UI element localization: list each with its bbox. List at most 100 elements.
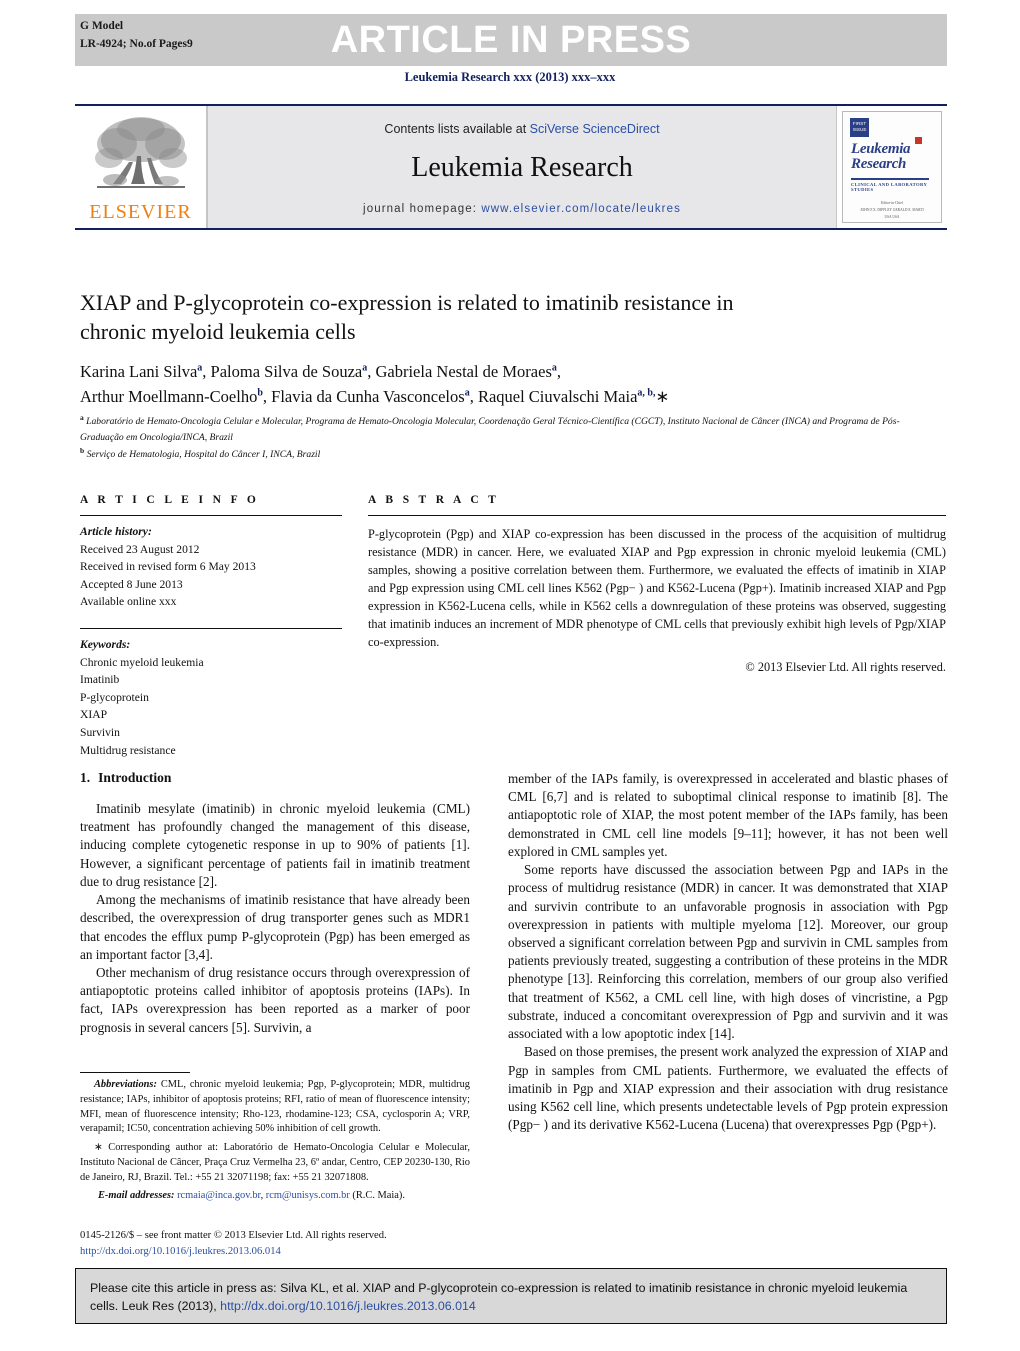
author-6: , Raquel Ciuvalschi Maia <box>469 386 638 406</box>
email-suffix: (R.C. Maia). <box>349 1190 405 1202</box>
cover-editor-block: Editor-in-Chief JOHN F.X. DIFFLEY GERALD… <box>843 200 941 222</box>
journal-masthead: ELSEVIER Contents lists available at Sci… <box>75 104 947 230</box>
section-title: Introduction <box>98 770 172 785</box>
author-list: Karina Lani Silva a , Paloma Silva de Souz… <box>80 362 670 406</box>
author-5: , Flavia da Cunha Vasconcelos <box>262 386 465 406</box>
keyword-item: Chronic myeloid leukemia <box>80 655 204 669</box>
cover-subtitle: CLINICAL AND LABORATORY STUDIES <box>851 182 928 192</box>
email-link-2[interactable]: rcm@unisys.com.br <box>266 1190 350 1201</box>
abstract-section: A B S T R A C T P-glycoprotein (Pgp) and… <box>368 494 946 675</box>
affiliation-b-text: Serviço de Hematologia, Hospital do Cânc… <box>86 449 321 461</box>
author-1: Karina Lani Silva <box>80 362 198 381</box>
affiliations: a Laboratório de Hemato-Oncologia Celula… <box>80 412 940 463</box>
email-label: E-mail addresses: <box>98 1190 175 1202</box>
imprint-doi-link[interactable]: http://dx.doi.org/10.1016/j.leukres.2013… <box>80 1244 500 1260</box>
corresponding-author-note: ∗ Corresponding author at: Laboratório d… <box>80 1142 470 1183</box>
paper-page: ARTICLE IN PRESS G Model LR-4924; No.of … <box>0 0 1020 1351</box>
paragraph: Imatinib mesylate (imatinib) in chronic … <box>80 801 470 889</box>
article-id-label: LR-4924; No.of Pages9 <box>80 37 193 50</box>
cite-text: Please cite this article in press as: Si… <box>90 1280 932 1315</box>
keyword-item: Multidrug resistance <box>80 743 176 757</box>
keyword-item: P-glycoprotein <box>80 690 149 704</box>
article-in-press-label: ARTICLE IN PRESS <box>330 19 692 61</box>
homepage-prefix: journal homepage: <box>363 203 482 215</box>
cover-accent-square <box>915 137 922 144</box>
author-2: , Paloma Silva de Souza <box>202 362 363 381</box>
corresponding-author-text: Corresponding author at: Laboratório de … <box>80 1142 470 1183</box>
affil-label-a: a <box>80 413 84 422</box>
imprint-block: 0145-2126/$ – see front matter © 2013 El… <box>80 1228 500 1260</box>
cover-badge: FIRST ISSUE <box>850 118 869 137</box>
elsevier-logo: ELSEVIER <box>75 106 207 228</box>
author-3: , Gabriela Nestal de Moraes <box>367 362 552 381</box>
abstract-rule <box>368 515 946 516</box>
section-number: 1. <box>80 770 91 785</box>
abstract-text: P-glycoprotein (Pgp) and XIAP co-express… <box>368 527 946 650</box>
cover-title: Leukemia Research <box>851 141 911 173</box>
cover-title-line1: Leukemia <box>851 141 911 157</box>
paragraph: Other mechanism of drug resistance occur… <box>80 964 470 1035</box>
contents-prefix: Contents lists available at <box>384 122 530 136</box>
paragraph: member of the IAPs family, is overexpres… <box>508 771 948 859</box>
article-in-press-banner: ARTICLE IN PRESS <box>75 14 947 66</box>
cite-this-article-box: Please cite this article in press as: Si… <box>75 1268 947 1324</box>
author-4: Arthur Moellmann-Coelho <box>80 386 258 406</box>
cover-title-line2: Research <box>851 156 907 173</box>
cover-meta-2: JOHN F.X. DIFFLEY GERALD E. MARTI <box>860 208 924 213</box>
abstract-heading: A B S T R A C T <box>368 494 500 506</box>
affil-marker-a: a <box>551 362 557 374</box>
keywords-label: Keywords: <box>80 638 131 652</box>
cite-sentence: Please cite this article in press as: Si… <box>90 1281 908 1313</box>
journal-homepage-link[interactable]: www.elsevier.com/locate/leukres <box>481 203 681 215</box>
email-note: E-mail addresses: rcmaia@inca.gov.br, rc… <box>98 1190 405 1202</box>
article-info-rule <box>80 515 342 516</box>
affiliation-a-text: Laboratório de Hemato-Oncologia Celular … <box>80 416 900 443</box>
journal-homepage-line: journal homepage: www.elsevier.com/locat… <box>208 203 836 215</box>
elsevier-tree-icon <box>94 117 187 188</box>
corresponding-author-star: ∗ <box>655 386 670 406</box>
keywords-rule <box>80 628 342 630</box>
abbreviations-note: Abbreviations: CML, chronic myeloid leuk… <box>80 1078 470 1137</box>
paragraph: Among the mechanisms of imatinib resista… <box>80 892 470 962</box>
body-right-column: member of the IAPs family, is overexpres… <box>508 770 948 1134</box>
journal-reference-line: Leukemia Research xxx (2013) xxx–xxx <box>404 70 616 84</box>
masthead-center: Contents lists available at SciVerse Sci… <box>207 106 837 228</box>
section-heading-introduction: 1. Introduction <box>80 770 470 786</box>
sciencedirect-link[interactable]: SciVerse ScienceDirect <box>530 122 660 136</box>
keyword-item: Survivin <box>80 726 120 740</box>
paragraph: Some reports have discussed the associat… <box>508 862 948 1042</box>
keyword-item: Imatinib <box>80 673 120 687</box>
affil-label-b: b <box>80 446 85 456</box>
g-model-label: G Model <box>80 20 124 32</box>
cite-doi-link[interactable]: http://dx.doi.org/10.1016/j.leukres.2013… <box>220 1299 476 1313</box>
email-link-1[interactable]: rcmaia@inca.gov.br <box>177 1190 260 1201</box>
contents-available-line: Contents lists available at SciVerse Sci… <box>208 122 836 136</box>
history-item: Available online xxx <box>80 595 177 609</box>
footnotes-block: Abbreviations: CML, chronic myeloid leuk… <box>80 1072 470 1208</box>
cover-divider <box>851 178 929 180</box>
affiliation-a: a Laboratório de Hemato-Oncologia Celula… <box>80 412 940 445</box>
abstract-copyright: © 2013 Elsevier Ltd. All rights reserved… <box>745 660 946 675</box>
keywords-block: Keywords: Chronic myeloid leukemia Imati… <box>80 636 342 759</box>
cover-meta-3: USA USA <box>884 215 900 220</box>
elsevier-wordmark: ELSEVIER <box>89 201 192 223</box>
history-item: Received in revised form 6 May 2013 <box>80 560 256 574</box>
imprint-line: 0145-2126/$ – see front matter © 2013 El… <box>80 1230 387 1241</box>
history-item: Received 23 August 2012 <box>80 542 200 556</box>
affil-marker-ab-star: a, b, <box>637 387 656 399</box>
g-model-block: G Model LR-4924; No.of Pages9 <box>80 18 193 54</box>
history-item: Accepted 8 June 2013 <box>80 577 183 591</box>
footnote-divider <box>80 1072 190 1073</box>
body-left-column: 1. Introduction Imatinib mesylate (imatin… <box>80 770 470 1037</box>
affiliation-b: b Serviço de Hematologia, Hospital do Câ… <box>80 445 940 463</box>
article-history-label: Article history: <box>80 525 152 538</box>
journal-cover-thumbnail: FIRST ISSUE Leukemia Research CLINICAL A… <box>837 106 947 228</box>
page-title: XIAP and P-glycoprotein co-expression is… <box>80 290 734 345</box>
keyword-item: XIAP <box>80 708 108 722</box>
article-info-section: A R T I C L E I N F O Article history: R… <box>80 494 342 759</box>
cover-meta-1: Editor-in-Chief <box>880 201 904 205</box>
journal-title: Leukemia Research <box>411 152 633 183</box>
article-history: Article history: Received 23 August 2012… <box>80 523 342 611</box>
article-info-heading: A R T I C L E I N F O <box>80 494 260 506</box>
abbreviations-label: Abbreviations: <box>94 1079 157 1090</box>
